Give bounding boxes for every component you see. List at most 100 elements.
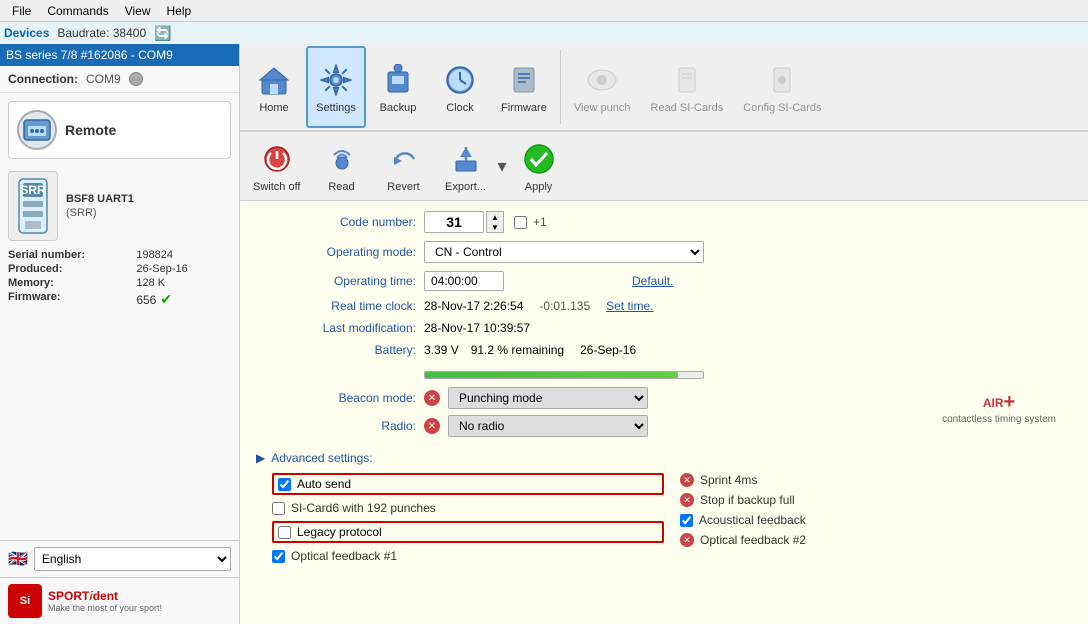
menu-file[interactable]: File <box>4 2 39 20</box>
battery-percent: 91.2 % remaining <box>471 343 564 357</box>
toolbar-export-btn[interactable]: Export... <box>436 134 496 198</box>
apply-label: Apply <box>525 181 553 193</box>
toolbar-revert-btn[interactable]: Revert <box>374 134 434 198</box>
toolbar-switchoff-btn[interactable]: Switch off <box>244 134 310 198</box>
serial-value: 198824 <box>136 249 231 261</box>
settings-content: Code number: ▲ ▼ +1 Operating mode: CN -… <box>240 201 1088 624</box>
connection-label: Connection: <box>8 72 78 86</box>
radio-label: Radio: <box>256 419 416 433</box>
language-select[interactable]: English <box>34 547 231 571</box>
produced-label: Produced: <box>8 263 128 275</box>
autosend-row: Auto send <box>272 473 664 495</box>
menu-view[interactable]: View <box>117 2 159 20</box>
toolbar-settings-btn[interactable]: Settings <box>306 46 366 128</box>
language-selector: 🇬🇧 English <box>0 540 239 577</box>
optfb1-checkbox[interactable] <box>272 550 285 563</box>
set-time-link[interactable]: Set time. <box>606 299 653 313</box>
menu-help[interactable]: Help <box>159 2 200 20</box>
rtc-row: Real time clock: 28-Nov-17 2:26:54 -0:01… <box>256 299 1072 313</box>
device-name: Remote <box>65 122 116 138</box>
default-link[interactable]: Default. <box>632 274 673 288</box>
device-specs: Serial number: 198824 Produced: 26-Sep-1… <box>8 249 231 308</box>
sidebar-logo: Si SPORTident Make the most of your spor… <box>0 577 239 624</box>
operating-time-row: Operating time: Default. <box>256 271 1072 291</box>
beacon-remove-icon[interactable]: ✕ <box>424 390 440 406</box>
firmware-label: Firmware <box>501 102 547 114</box>
menu-commands[interactable]: Commands <box>39 2 116 20</box>
code-plus-label: +1 <box>533 215 547 229</box>
operating-mode-select[interactable]: CN - Control SRR - Remote UART - Direct <box>424 241 704 263</box>
toolbar-clock-btn[interactable]: Clock <box>430 46 490 128</box>
readsi-label: Read SI-Cards <box>651 102 724 114</box>
devices-bar: Devices Baudrate: 38400 🔄 <box>0 22 1088 44</box>
content-area: Home Settings Backup Clock <box>240 44 1088 624</box>
toolbar-divider1 <box>560 50 561 124</box>
toolbar-configsi-btn[interactable]: Config SI-Cards <box>734 46 830 128</box>
radio-remove-icon[interactable]: ✕ <box>424 418 440 434</box>
settings-icon <box>316 60 356 100</box>
code-number-label: Code number: <box>256 215 416 229</box>
advanced-header: ▶ Advanced settings: <box>256 451 1072 465</box>
last-mod-label: Last modification: <box>256 321 416 335</box>
optfb2-row: ✕ Optical feedback #2 <box>680 533 1072 547</box>
acoustical-checkbox[interactable] <box>680 514 693 527</box>
toolbar-viewpunch-btn[interactable]: View punch <box>565 46 640 128</box>
memory-value: 128 K <box>136 277 231 289</box>
device-sub-icon: SRR <box>8 171 58 241</box>
operating-time-label: Operating time: <box>256 274 416 288</box>
home-icon <box>254 60 294 100</box>
sidebar: BS series 7/8 #162086 - COM9 Connection:… <box>0 44 240 624</box>
export-label: Export... <box>445 181 486 193</box>
legacy-checkbox[interactable] <box>278 526 291 539</box>
code-spin-up[interactable]: ▲ <box>487 212 503 222</box>
battery-bar-container <box>424 371 704 379</box>
battery-label: Battery: <box>256 343 416 357</box>
optfb2-label: Optical feedback #2 <box>700 533 806 547</box>
device-card: Remote <box>8 101 231 159</box>
firmware-value-row: 656 ✔ <box>136 291 231 308</box>
toolbar-firmware-btn[interactable]: Firmware <box>492 46 556 128</box>
readsi-icon <box>667 60 707 100</box>
advanced-label: Advanced settings: <box>271 451 372 465</box>
autosend-checkbox[interactable] <box>278 478 291 491</box>
backup-label: Backup <box>380 102 417 114</box>
sicard6-checkbox[interactable] <box>272 502 285 515</box>
acoustical-label: Acoustical feedback <box>699 513 806 527</box>
beacon-mode-label: Beacon mode: <box>256 391 416 405</box>
operating-time-input[interactable] <box>424 271 504 291</box>
main-layout: BS series 7/8 #162086 - COM9 Connection:… <box>0 44 1088 624</box>
air-logo-text: AIR+ <box>983 391 1015 414</box>
clock-icon <box>440 60 480 100</box>
code-plus-checkbox[interactable] <box>514 216 527 229</box>
code-number-input[interactable] <box>424 211 484 233</box>
stopbackup-label: Stop if backup full <box>700 493 795 507</box>
toolbar-home-btn[interactable]: Home <box>244 46 304 128</box>
revert-icon <box>384 139 424 179</box>
toolbar-readsi-btn[interactable]: Read SI-Cards <box>642 46 733 128</box>
export-dropdown-arrow[interactable]: ▾ <box>498 156 507 177</box>
refresh-icon[interactable]: 🔄 <box>154 25 171 42</box>
beacon-mode-row: Beacon mode: ✕ Punching mode Beacon mode <box>256 387 910 409</box>
battery-row: Battery: 3.39 V 91.2 % remaining 26-Sep-… <box>256 343 1072 379</box>
switchoff-icon <box>257 139 297 179</box>
device-sub-row: SRR BSF8 UART1 (SRR) <box>0 167 239 245</box>
switchoff-label: Switch off <box>253 181 301 193</box>
configsi-label: Config SI-Cards <box>743 102 821 114</box>
toolbar-read-btn[interactable]: Read <box>312 134 372 198</box>
advanced-section: ▶ Advanced settings: Auto send <box>256 451 1072 563</box>
advanced-chevron-icon[interactable]: ▶ <box>256 451 265 465</box>
firmware-icon <box>504 60 544 100</box>
code-spin-down[interactable]: ▼ <box>487 222 503 232</box>
last-mod-row: Last modification: 28-Nov-17 10:39:57 <box>256 321 1072 335</box>
sprint4ms-row: ✕ Sprint 4ms <box>680 473 1072 487</box>
toolbar-apply-btn[interactable]: Apply <box>509 134 569 198</box>
beacon-mode-select[interactable]: Punching mode Beacon mode <box>448 387 648 409</box>
radio-select[interactable]: No radio <box>448 415 648 437</box>
stopbackup-row: ✕ Stop if backup full <box>680 493 1072 507</box>
battery-voltage: 3.39 V <box>424 343 459 357</box>
serial-label: Serial number: <box>8 249 128 261</box>
sidebar-device-item[interactable]: BS series 7/8 #162086 - COM9 <box>0 44 239 66</box>
clock-label: Clock <box>446 102 474 114</box>
advanced-grid: Auto send SI-Card6 with 192 punches Le <box>256 473 1072 563</box>
toolbar-backup-btn[interactable]: Backup <box>368 46 428 128</box>
